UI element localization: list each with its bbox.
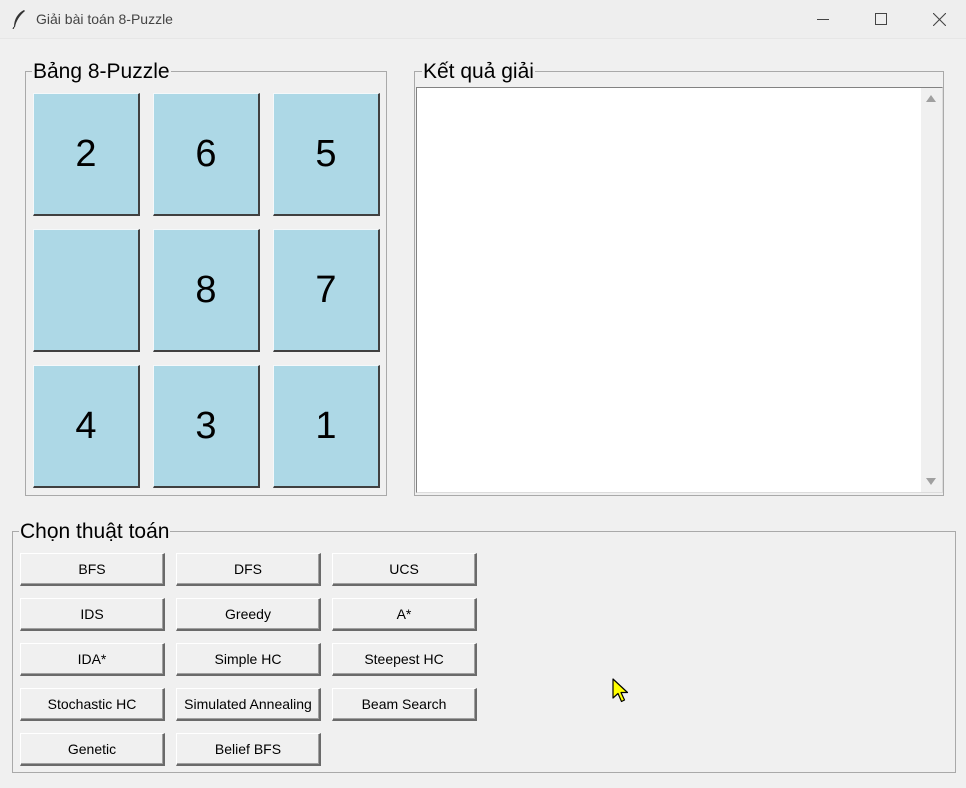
puzzle-tile[interactable]: 6 bbox=[153, 93, 260, 216]
bfs-button[interactable]: BFS bbox=[20, 553, 165, 586]
steepest-hc-button[interactable]: Steepest HC bbox=[332, 643, 477, 676]
title-bar: Giải bài toán 8-Puzzle bbox=[0, 0, 966, 39]
genetic-button[interactable]: Genetic bbox=[20, 733, 165, 766]
puzzle-tile-empty[interactable] bbox=[33, 229, 140, 352]
board-frame-label: Bảng 8-Puzzle bbox=[32, 60, 171, 83]
window-title: Giải bài toán 8-Puzzle bbox=[36, 11, 173, 27]
maximize-icon bbox=[875, 13, 887, 25]
close-icon bbox=[932, 12, 946, 26]
puzzle-tile[interactable]: 4 bbox=[33, 365, 140, 488]
puzzle-tile[interactable]: 8 bbox=[153, 229, 260, 352]
dfs-button[interactable]: DFS bbox=[176, 553, 321, 586]
close-button[interactable] bbox=[916, 0, 962, 38]
belief-bfs-button[interactable]: Belief BFS bbox=[176, 733, 321, 766]
beam-search-button[interactable]: Beam Search bbox=[332, 688, 477, 721]
ucs-button[interactable]: UCS bbox=[332, 553, 477, 586]
greedy-button[interactable]: Greedy bbox=[176, 598, 321, 631]
result-frame-label: Kết quả giải bbox=[422, 60, 535, 83]
result-scrollbar[interactable] bbox=[921, 88, 942, 492]
result-textbox[interactable] bbox=[416, 87, 943, 493]
stochastic-hc-button[interactable]: Stochastic HC bbox=[20, 688, 165, 721]
ids-button[interactable]: IDS bbox=[20, 598, 165, 631]
mouse-pointer-icon bbox=[612, 678, 629, 703]
scroll-down-icon[interactable] bbox=[926, 478, 936, 485]
simulated-annealing-button[interactable]: Simulated Annealing bbox=[176, 688, 321, 721]
puzzle-tile[interactable]: 3 bbox=[153, 365, 260, 488]
scroll-up-icon[interactable] bbox=[926, 95, 936, 102]
idastar-button[interactable]: IDA* bbox=[20, 643, 165, 676]
puzzle-tile[interactable]: 2 bbox=[33, 93, 140, 216]
puzzle-tile[interactable]: 1 bbox=[273, 365, 380, 488]
minimize-icon bbox=[817, 19, 829, 20]
maximize-button[interactable] bbox=[858, 0, 904, 38]
simple-hc-button[interactable]: Simple HC bbox=[176, 643, 321, 676]
feather-icon bbox=[12, 10, 25, 29]
minimize-button[interactable] bbox=[800, 0, 846, 38]
algorithm-frame-label: Chọn thuật toán bbox=[19, 520, 171, 543]
astar-button[interactable]: A* bbox=[332, 598, 477, 631]
puzzle-tile[interactable]: 7 bbox=[273, 229, 380, 352]
puzzle-tile[interactable]: 5 bbox=[273, 93, 380, 216]
